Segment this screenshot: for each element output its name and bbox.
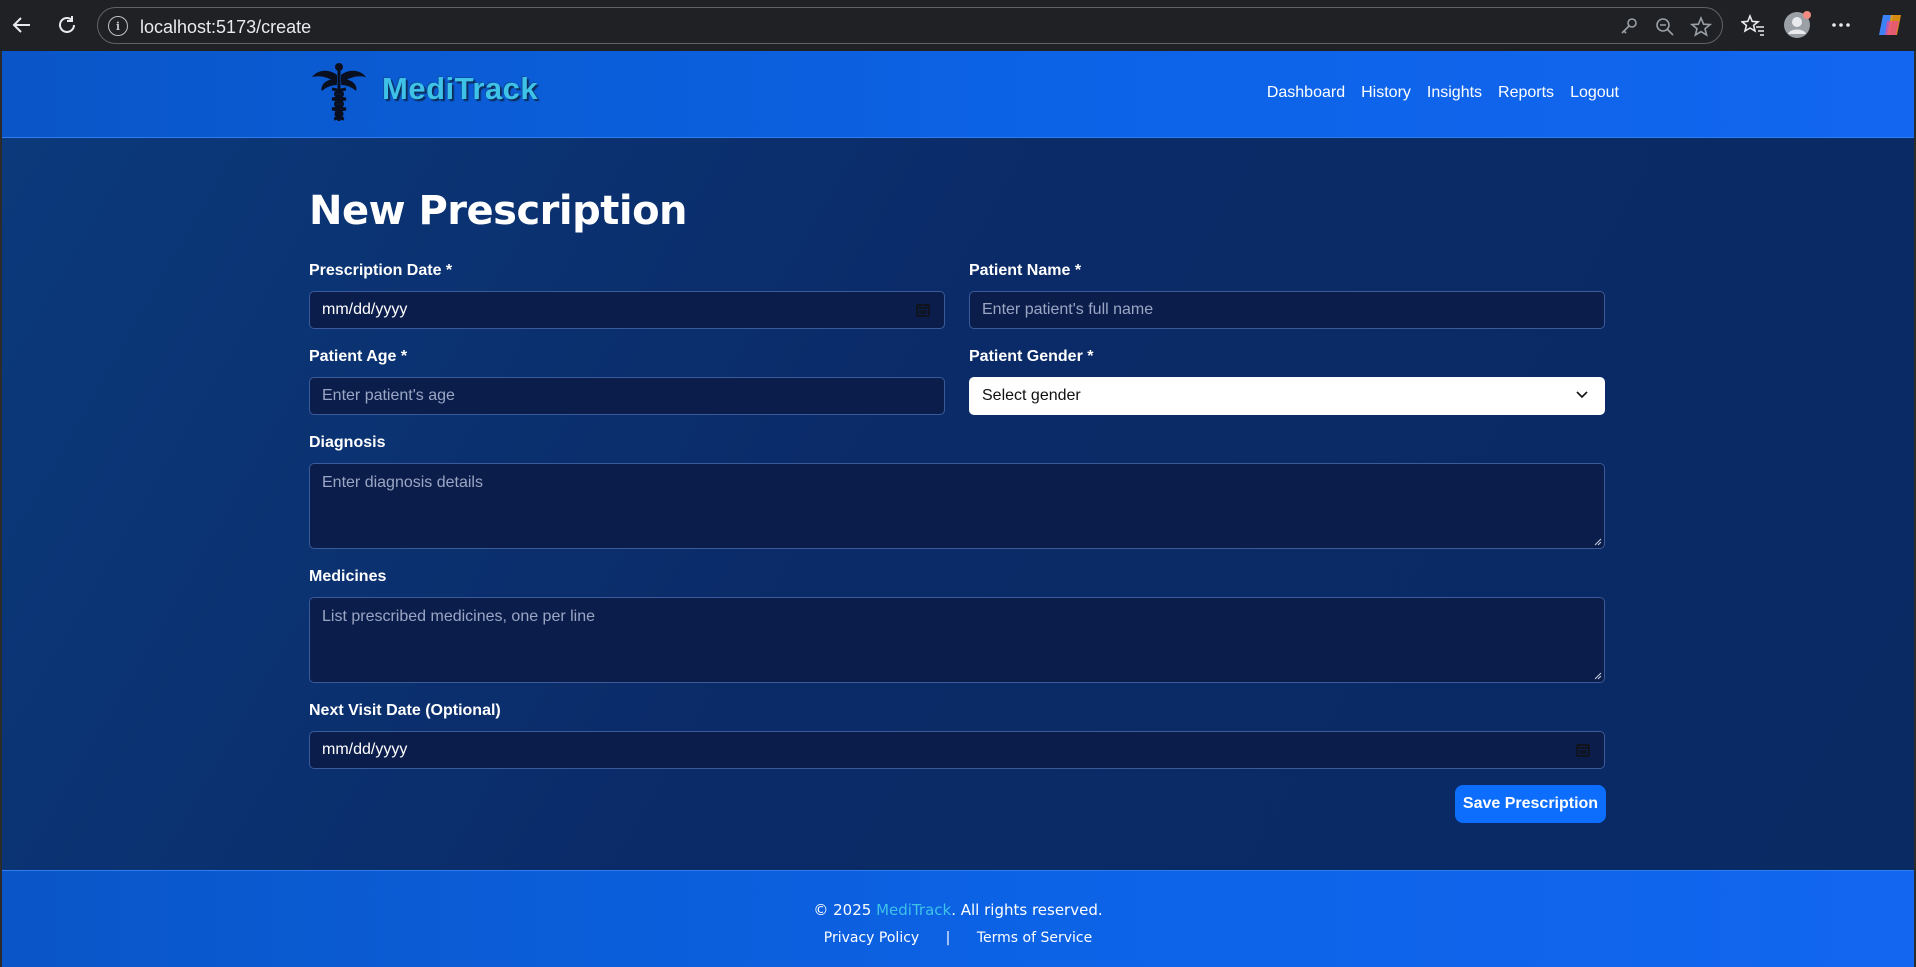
- diagnosis-textarea[interactable]: Enter diagnosis details: [309, 463, 1605, 549]
- footer-separator: |: [945, 930, 951, 946]
- patient-name-input[interactable]: Enter patient's full name: [969, 291, 1605, 329]
- next-visit-date-input[interactable]: mm/dd/yyyy: [309, 731, 1605, 769]
- save-prescription-button[interactable]: Save Prescription: [1455, 785, 1606, 823]
- copyright-suffix: . All rights reserved.: [951, 901, 1103, 919]
- next-visit-label: Next Visit Date (Optional): [309, 702, 501, 719]
- more-menu-icon[interactable]: [1826, 10, 1856, 40]
- diagnosis-placeholder: Enter diagnosis details: [322, 474, 483, 491]
- diagnosis-label: Diagnosis: [309, 434, 386, 451]
- patient-gender-value: Select gender: [982, 387, 1081, 404]
- nav-reports[interactable]: Reports: [1498, 84, 1554, 102]
- brand-name[interactable]: MediTrack: [382, 71, 538, 107]
- back-icon[interactable]: [7, 10, 37, 40]
- nav-links: Dashboard History Insights Reports Logou…: [1267, 84, 1619, 102]
- terms-of-service-link[interactable]: Terms of Service: [977, 930, 1092, 946]
- patient-name-placeholder: Enter patient's full name: [982, 301, 1154, 318]
- footer-brand: MediTrack: [876, 901, 952, 919]
- footer: © 2025 MediTrack. All rights reserved. P…: [2, 870, 1914, 967]
- star-icon[interactable]: [1689, 15, 1713, 38]
- patient-gender-label: Patient Gender *: [969, 348, 1094, 365]
- copyright-text: © 2025 MediTrack. All rights reserved.: [2, 901, 1914, 919]
- privacy-policy-link[interactable]: Privacy Policy: [824, 930, 919, 946]
- resize-grip-icon[interactable]: [1594, 672, 1602, 680]
- patient-age-placeholder: Enter patient's age: [322, 387, 455, 404]
- calendar-icon[interactable]: [1576, 743, 1590, 757]
- prescription-date-input[interactable]: mm/dd/yyyy: [309, 291, 945, 329]
- site-info-icon[interactable]: i: [108, 16, 128, 36]
- zoom-out-icon[interactable]: [1654, 16, 1676, 38]
- app-root: MediTrack Dashboard History Insights Rep…: [2, 51, 1914, 967]
- address-bar[interactable]: i localhost:5173/create: [97, 7, 1723, 44]
- key-icon[interactable]: [1618, 16, 1640, 38]
- caduceus-logo-icon[interactable]: [310, 61, 368, 123]
- medicines-textarea[interactable]: List prescribed medicines, one per line: [309, 597, 1605, 683]
- patient-age-label: Patient Age *: [309, 348, 408, 365]
- nav-history[interactable]: History: [1361, 84, 1411, 102]
- next-visit-value: mm/dd/yyyy: [322, 741, 408, 758]
- footer-links: Privacy Policy | Terms of Service: [2, 930, 1914, 946]
- prescription-date-label: Prescription Date *: [309, 262, 453, 279]
- nav-dashboard[interactable]: Dashboard: [1267, 84, 1345, 102]
- reload-icon[interactable]: [52, 10, 82, 40]
- calendar-icon[interactable]: [916, 303, 930, 317]
- address-url[interactable]: localhost:5173/create: [140, 17, 311, 38]
- top-navbar: MediTrack Dashboard History Insights Rep…: [2, 51, 1914, 138]
- nav-insights[interactable]: Insights: [1427, 84, 1482, 102]
- patient-name-label: Patient Name *: [969, 262, 1082, 279]
- resize-grip-icon[interactable]: [1594, 538, 1602, 546]
- favorites-icon[interactable]: [1738, 10, 1768, 40]
- nav-logout[interactable]: Logout: [1570, 84, 1619, 102]
- medicines-placeholder: List prescribed medicines, one per line: [322, 608, 596, 625]
- page-title: New Prescription: [309, 188, 688, 234]
- profile-avatar-icon[interactable]: [1782, 10, 1812, 40]
- copyright-prefix: © 2025: [813, 901, 877, 919]
- patient-age-input[interactable]: Enter patient's age: [309, 377, 945, 415]
- patient-gender-select[interactable]: Select gender: [969, 377, 1605, 415]
- copilot-icon[interactable]: [1876, 10, 1906, 40]
- prescription-date-value: mm/dd/yyyy: [322, 301, 408, 318]
- chevron-down-icon: [1576, 391, 1588, 399]
- medicines-label: Medicines: [309, 568, 387, 585]
- browser-toolbar: i localhost:5173/create: [0, 0, 1916, 51]
